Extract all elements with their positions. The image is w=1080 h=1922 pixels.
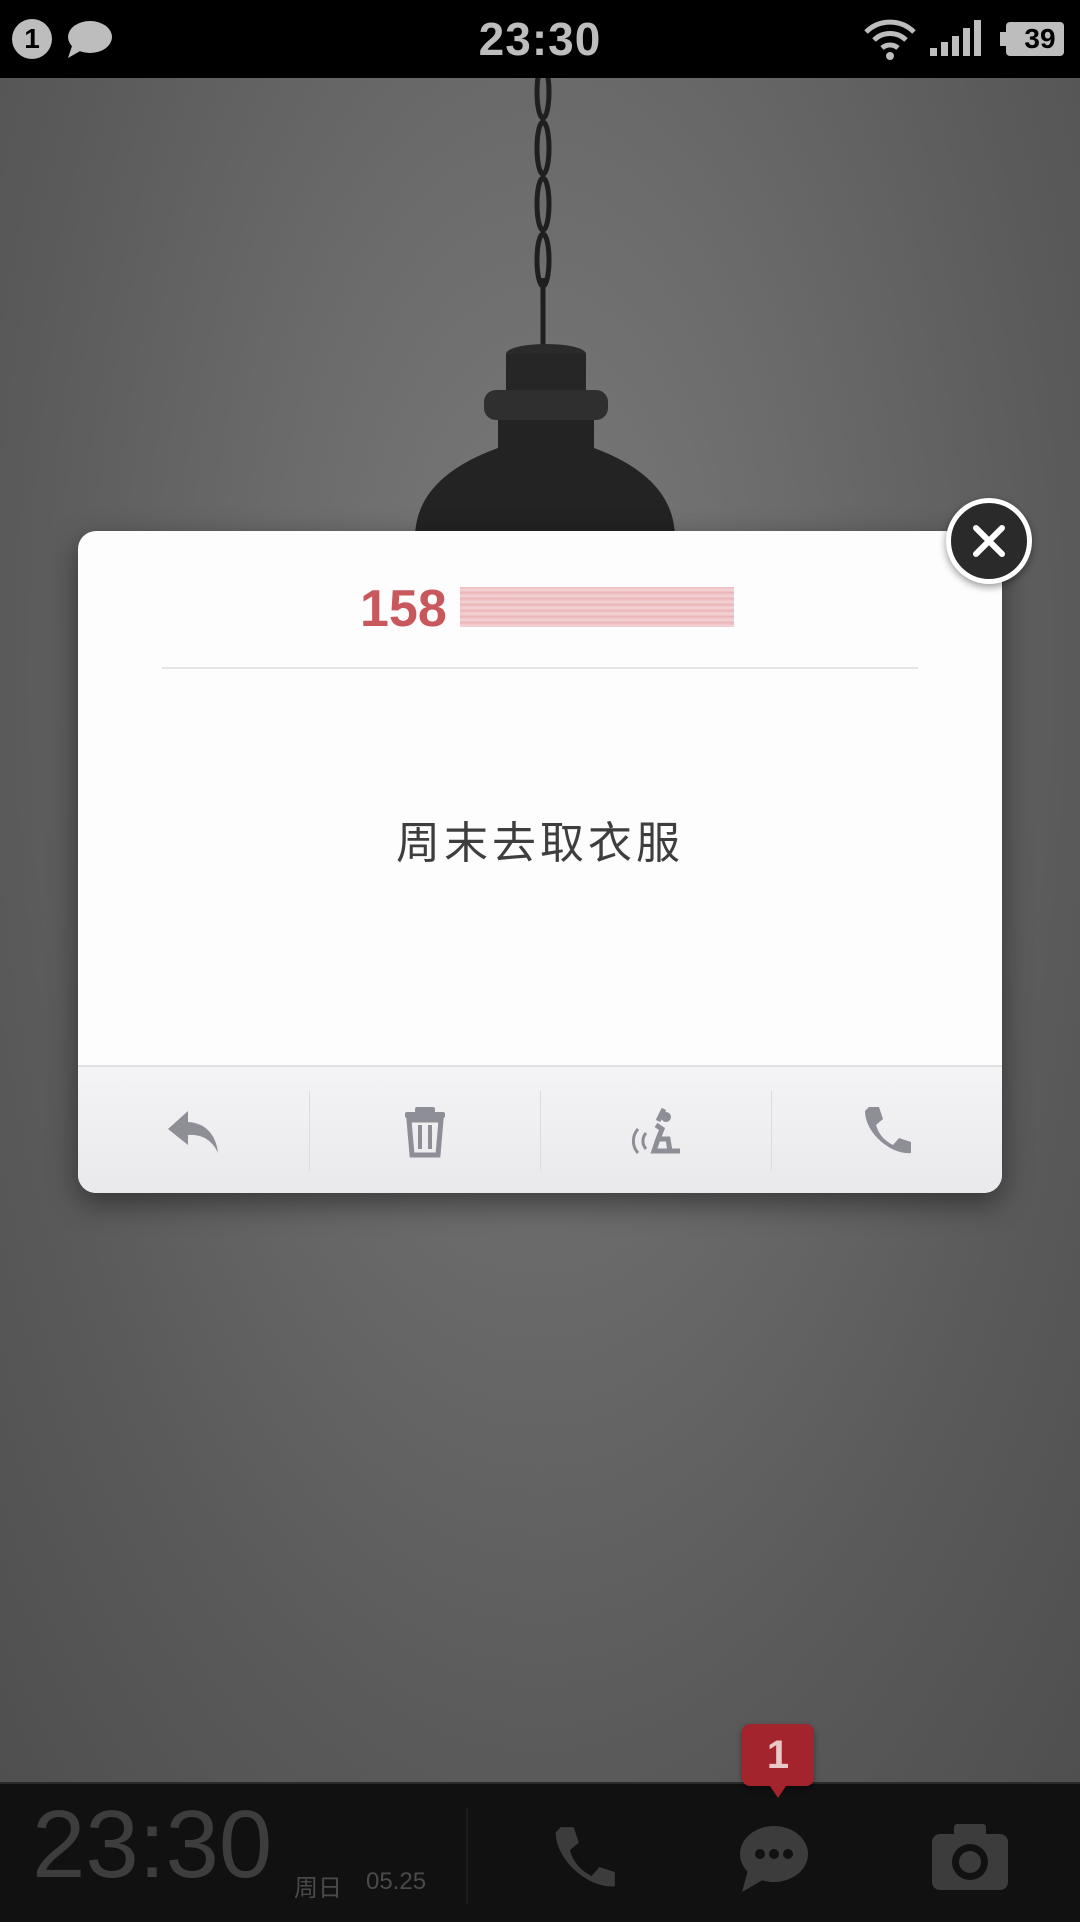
- header-divider: [162, 667, 918, 669]
- read-aloud-button[interactable]: [540, 1067, 771, 1193]
- phone-icon[interactable]: [548, 1822, 620, 1894]
- reply-button[interactable]: [78, 1067, 309, 1193]
- message-body: 周末去取衣服: [396, 819, 684, 868]
- lockscreen-weekday: 周日: [294, 1875, 342, 1902]
- status-bar: 1 23:30 39: [0, 0, 1080, 78]
- sender-number-redacted: [460, 587, 734, 627]
- pendant-lamp-illustration: [415, 78, 675, 538]
- close-popup-button[interactable]: [946, 498, 1032, 584]
- close-icon: [973, 525, 1005, 557]
- message-icon[interactable]: [736, 1820, 812, 1896]
- message-popup: 158 周末去取衣服: [78, 531, 1002, 1193]
- trash-icon: [404, 1107, 445, 1158]
- signal-icon: [930, 20, 981, 56]
- dock-divider: [466, 1808, 468, 1904]
- delete-button[interactable]: [309, 1067, 540, 1193]
- lockscreen-date: 05.25: [366, 1868, 427, 1895]
- camera-icon[interactable]: [930, 1822, 1010, 1892]
- sender-number[interactable]: 158: [360, 579, 447, 639]
- reply-icon: [167, 1111, 218, 1153]
- lockscreen-dock: 23:30 周日 05.25: [0, 1782, 1080, 1922]
- phone-icon: [864, 1107, 911, 1154]
- message-count-badge: 1: [742, 1724, 814, 1798]
- lockscreen-time: 23:30: [32, 1791, 273, 1898]
- battery-level: 39: [1024, 23, 1056, 54]
- wifi-icon: [864, 19, 916, 60]
- status-time: 23:30: [478, 13, 602, 65]
- message-header: 158: [78, 531, 1002, 669]
- message-action-bar: [78, 1065, 1002, 1193]
- call-button[interactable]: [771, 1067, 1002, 1193]
- speak-icon: [631, 1107, 680, 1154]
